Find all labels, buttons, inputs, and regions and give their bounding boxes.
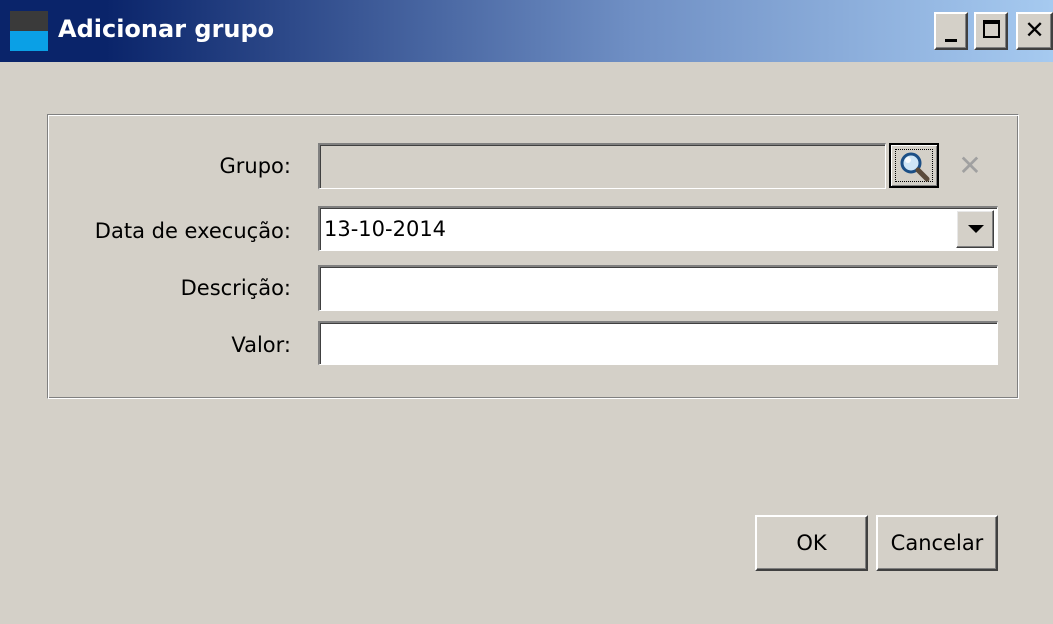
data-execucao-field[interactable] xyxy=(318,206,998,251)
descricao-input[interactable] xyxy=(324,267,997,310)
search-grupo-button[interactable] xyxy=(889,143,939,188)
valor-input[interactable] xyxy=(324,323,997,364)
cancel-button[interactable]: Cancelar xyxy=(876,515,998,571)
grupo-field xyxy=(318,143,886,189)
data-execucao-input[interactable] xyxy=(324,208,997,250)
clear-grupo-button[interactable]: ✕ xyxy=(944,143,996,188)
date-dropdown-button[interactable] xyxy=(956,210,994,248)
descricao-label: Descrição: xyxy=(180,276,291,300)
descricao-field[interactable] xyxy=(318,265,998,311)
close-icon: ✕ xyxy=(1024,16,1045,44)
title-bar[interactable]: Adicionar grupo ✕ xyxy=(0,0,1053,62)
grupo-label: Grupo: xyxy=(219,154,291,178)
minimize-button[interactable] xyxy=(934,12,968,50)
magnifier-icon xyxy=(900,152,930,182)
valor-label: Valor: xyxy=(231,333,291,357)
chevron-down-icon xyxy=(968,225,984,233)
window-title: Adicionar grupo xyxy=(58,15,275,43)
app-icon xyxy=(10,11,48,51)
minimize-icon xyxy=(945,39,957,42)
close-button[interactable]: ✕ xyxy=(1016,12,1053,50)
valor-field[interactable] xyxy=(318,321,998,365)
maximize-icon xyxy=(983,20,1000,38)
maximize-button[interactable] xyxy=(974,12,1008,50)
dialog-window: Adicionar grupo ✕ Grupo: ✕ Data de execu… xyxy=(0,0,1053,624)
clear-icon: ✕ xyxy=(958,149,982,182)
grupo-input xyxy=(324,145,885,188)
ok-button[interactable]: OK xyxy=(755,515,868,571)
data-execucao-label: Data de execução: xyxy=(94,219,291,243)
